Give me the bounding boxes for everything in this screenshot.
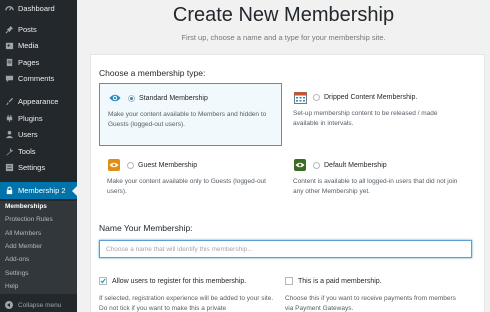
collapse-menu-label: Collapse menu: [18, 301, 62, 309]
sidebar-item-media[interactable]: Media: [0, 37, 77, 53]
sidebar-item-tools[interactable]: Tools: [0, 143, 77, 159]
collapse-menu-button[interactable]: Collapse menu: [0, 298, 77, 312]
sidebar-item-users[interactable]: Users: [0, 126, 77, 142]
sidebar-item-pages[interactable]: Pages: [0, 54, 77, 70]
page-title: Create New Membership: [172, 4, 395, 26]
type-description: Set-up membership content to be released…: [293, 110, 438, 127]
sidebar-item-posts[interactable]: Posts: [0, 21, 77, 37]
paid-option[interactable]: This is a paid membership.: [285, 277, 382, 285]
sidebar-item-label: Users: [18, 129, 38, 139]
submenu-item-add-member[interactable]: Add Member: [5, 243, 42, 250]
type-name: Dripped Content Membership.: [324, 93, 418, 101]
type-option-dripped[interactable]: Dripped Content Membership. Set-up membe…: [289, 83, 472, 146]
standard-radio[interactable]: [128, 94, 135, 102]
admin-sidebar: Dashboard Posts Media Pages Comments App…: [0, 0, 77, 312]
register-label: Allow users to register for this members…: [112, 277, 247, 285]
register-option[interactable]: Allow users to register for this members…: [99, 277, 246, 285]
calendar-icon: [293, 90, 307, 104]
type-name: Standard Membership: [139, 94, 208, 102]
guest-radio[interactable]: [127, 161, 134, 169]
sidebar-item-label: Settings: [18, 162, 46, 172]
default-radio[interactable]: [313, 161, 320, 169]
user-icon: [0, 130, 18, 139]
sidebar-item-comments[interactable]: Comments: [0, 70, 77, 86]
sidebar-item-plugins[interactable]: Plugins: [0, 110, 77, 126]
media-icon: [0, 41, 18, 50]
sidebar-item-membership2[interactable]: Membership 2: [0, 182, 77, 199]
plugin-icon: [0, 114, 18, 123]
sidebar-item-label: Tools: [18, 146, 36, 156]
membership-name-input[interactable]: [99, 240, 472, 258]
collapse-arrow-icon: [5, 301, 13, 309]
sidebar-item-label: Appearance: [18, 96, 59, 106]
submenu-item-protection-rules[interactable]: Protection Rules: [5, 216, 53, 223]
sidebar-item-label: Plugins: [18, 113, 43, 123]
pin-icon: [0, 25, 18, 34]
sidebar-item-appearance[interactable]: Appearance: [0, 93, 77, 109]
type-name: Default Membership: [324, 161, 387, 169]
sidebar-item-label: Posts: [18, 24, 37, 34]
type-option-default[interactable]: Default Membership Content is available …: [289, 152, 472, 215]
comment-icon: [0, 74, 18, 83]
type-option-standard[interactable]: Standard Membership Make your content av…: [99, 83, 282, 146]
sidebar-item-label: Dashboard: [18, 3, 55, 13]
sidebar-item-label: Comments: [18, 73, 55, 83]
sidebar-item-dashboard[interactable]: Dashboard: [0, 0, 77, 16]
membership-name-heading: Name Your Membership:: [99, 223, 193, 233]
submenu-item-settings[interactable]: Settings: [5, 270, 29, 277]
submenu-item-add-ons[interactable]: Add-ons: [5, 256, 29, 263]
type-description: Make your content available only to Gues…: [107, 178, 266, 195]
checkmark-icon: [100, 278, 106, 284]
paid-checkbox[interactable]: [285, 277, 293, 285]
settings-icon: [0, 163, 18, 172]
type-description: Make your content available to Members a…: [108, 111, 267, 128]
sidebar-item-label: Membership 2: [18, 186, 66, 195]
eye-icon: [293, 158, 307, 172]
submenu-item-help[interactable]: Help: [5, 283, 18, 290]
sidebar-item-settings[interactable]: Settings: [0, 159, 77, 175]
type-description: Content is available to all logged-in us…: [293, 178, 458, 195]
register-description: If selected, registration experience wil…: [99, 295, 274, 312]
page-subtitle: First up, choose a name and a type for y…: [181, 33, 386, 42]
sidebar-item-label: Media: [18, 40, 39, 50]
brush-icon: [0, 97, 18, 106]
type-option-guest[interactable]: Guest Membership Make your content avail…: [99, 152, 282, 215]
eye-icon: [107, 158, 121, 172]
submenu-item-all-members[interactable]: All Members: [5, 230, 41, 237]
type-name: Guest Membership: [138, 161, 198, 169]
lock-icon: [0, 186, 18, 195]
sidebar-item-label: Pages: [18, 57, 40, 67]
submenu-item-memberships[interactable]: Memberships: [5, 203, 47, 210]
membership-wizard-panel: Choose a membership type: Standard Membe…: [90, 54, 485, 312]
dashboard-icon: [0, 4, 18, 13]
membership-submenu: Memberships Protection Rules All Members…: [0, 201, 77, 294]
paid-label: This is a paid membership.: [298, 277, 382, 285]
eye-icon: [108, 91, 122, 105]
paid-description: Choose this if you want to receive payme…: [285, 295, 456, 312]
wrench-icon: [0, 147, 18, 156]
membership-type-heading: Choose a membership type:: [99, 68, 206, 78]
pages-icon: [0, 58, 18, 67]
dripped-radio[interactable]: [313, 93, 320, 101]
register-checkbox[interactable]: [99, 277, 107, 285]
